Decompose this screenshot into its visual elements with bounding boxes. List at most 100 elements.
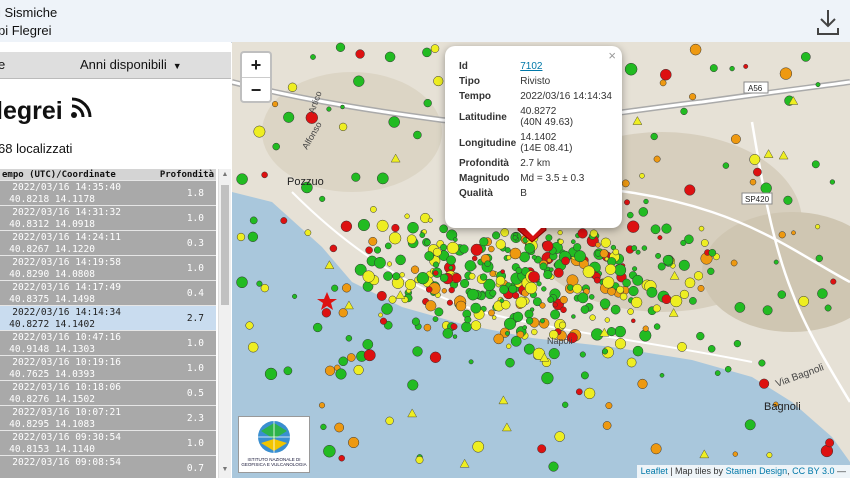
earthquake-marker[interactable] (461, 321, 472, 333)
earthquake-marker[interactable] (560, 306, 567, 314)
table-row[interactable]: 2022/03/16 14:31:32 1.0 (0, 205, 216, 231)
earthquake-marker[interactable] (353, 364, 364, 376)
earthquake-marker[interactable] (539, 302, 546, 309)
earthquake-marker[interactable] (722, 162, 730, 169)
earthquake-marker[interactable] (334, 422, 345, 433)
earthquake-marker[interactable] (345, 335, 353, 342)
earthquake-marker[interactable] (524, 309, 534, 319)
earthquake-marker[interactable] (783, 195, 793, 205)
earthquake-marker[interactable] (504, 331, 510, 336)
earthquake-marker[interactable] (384, 242, 392, 250)
earthquake-marker[interactable] (370, 206, 377, 213)
earthquake-marker[interactable] (588, 294, 595, 300)
tab-first[interactable]: e (0, 57, 5, 72)
earthquake-marker[interactable] (744, 419, 756, 431)
earthquake-marker[interactable] (680, 239, 687, 246)
earthquake-marker[interactable] (451, 273, 462, 283)
earthquake-marker[interactable] (548, 348, 560, 360)
earthquake-marker[interactable] (503, 317, 517, 330)
earthquake-marker[interactable] (484, 260, 491, 267)
earthquake-marker[interactable] (655, 252, 662, 259)
earthquake-marker[interactable] (619, 292, 628, 301)
download-icon[interactable] (816, 8, 840, 36)
earthquake-marker[interactable] (319, 195, 326, 202)
earthquake-marker[interactable] (637, 378, 648, 389)
earthquake-marker[interactable] (734, 302, 746, 313)
earthquake-marker[interactable] (499, 284, 509, 295)
earthquake-marker[interactable] (733, 339, 742, 348)
earthquake-marker[interactable] (749, 154, 761, 165)
earthquake-marker[interactable] (815, 224, 821, 230)
earthquake-marker[interactable] (531, 328, 538, 336)
earthquake-marker[interactable] (505, 357, 515, 368)
earthquake-marker[interactable] (631, 318, 636, 324)
earthquake-marker[interactable] (374, 256, 386, 269)
table-row[interactable]: 2022/03/16 14:17:49 0.4 (0, 280, 216, 306)
earthquake-marker[interactable] (523, 343, 535, 355)
earthquake-marker[interactable] (773, 259, 779, 265)
earthquake-marker[interactable] (573, 243, 582, 252)
earthquake-marker[interactable] (582, 265, 595, 278)
earthquake-marker[interactable] (553, 267, 564, 278)
earthquake-marker[interactable] (546, 257, 552, 263)
earthquake-marker[interactable] (415, 455, 424, 464)
earthquake-marker[interactable] (399, 272, 405, 278)
earthquake-marker[interactable] (593, 276, 601, 284)
earthquake-marker[interactable] (622, 278, 631, 288)
earthquake-marker[interactable] (829, 179, 836, 185)
earthquake-marker[interactable] (815, 82, 821, 88)
earthquake-marker[interactable] (707, 267, 715, 275)
earthquake-marker[interactable] (539, 318, 545, 324)
earthquake-marker[interactable] (817, 288, 828, 299)
earthquake-marker[interactable] (335, 368, 347, 380)
earthquake-marker[interactable] (541, 371, 554, 385)
earthquake-marker[interactable] (272, 101, 279, 108)
earthquake-marker[interactable] (599, 298, 611, 309)
earthquake-marker[interactable] (500, 228, 509, 237)
earthquake-marker[interactable] (522, 325, 528, 330)
earthquake-marker[interactable] (541, 286, 547, 292)
table-row[interactable]: 2022/03/16 10:07:21 2.3 (0, 405, 216, 431)
earthquake-marker[interactable] (825, 438, 835, 448)
earthquake-marker[interactable] (407, 379, 419, 391)
earthquake-marker[interactable] (632, 266, 638, 272)
earthquake-marker[interactable] (679, 289, 689, 299)
earthquake-marker[interactable] (432, 247, 442, 257)
earthquake-marker[interactable] (662, 254, 674, 266)
earthquake-marker[interactable] (280, 217, 288, 225)
earthquake-marker[interactable] (320, 423, 327, 431)
earthquake-marker[interactable] (626, 357, 637, 368)
earthquake-marker[interactable] (589, 229, 598, 238)
table-row[interactable]: 2022/03/16 10:18:06 0.5 (0, 380, 216, 406)
earthquake-marker[interactable] (759, 378, 770, 389)
earthquake-marker[interactable] (659, 372, 665, 378)
earthquake-marker[interactable] (643, 198, 649, 205)
earthquake-marker[interactable] (684, 184, 696, 196)
earthquake-marker[interactable] (678, 259, 690, 271)
earthquake-marker[interactable] (632, 345, 644, 357)
earthquake-marker[interactable] (395, 254, 406, 266)
earthquake-marker[interactable] (489, 289, 497, 297)
earthquake-marker[interactable] (468, 359, 474, 365)
earthquake-marker[interactable] (388, 232, 402, 245)
earthquake-marker[interactable] (627, 308, 634, 315)
earthquake-marker[interactable] (287, 82, 298, 92)
earthquake-marker[interactable] (249, 216, 258, 225)
earthquake-marker[interactable] (791, 230, 796, 236)
earthquake-marker[interactable] (422, 47, 432, 58)
earthquake-marker[interactable] (604, 317, 610, 323)
earthquake-marker[interactable] (830, 278, 837, 285)
earthquake-marker[interactable] (558, 238, 564, 245)
earthquake-marker[interactable] (624, 62, 638, 76)
earthquake-marker[interactable] (313, 322, 323, 333)
earthquake-marker[interactable] (499, 298, 505, 304)
earthquake-marker[interactable] (777, 290, 787, 299)
earthquake-marker[interactable] (384, 51, 396, 63)
earthquake-marker[interactable] (612, 248, 620, 256)
earthquake-marker[interactable] (680, 107, 688, 116)
earthquake-marker[interactable] (561, 256, 570, 266)
earthquake-marker[interactable] (693, 271, 704, 281)
earthquake-marker[interactable] (509, 247, 522, 260)
earthquake-marker[interactable] (464, 316, 472, 324)
earthquake-marker[interactable] (368, 236, 378, 246)
